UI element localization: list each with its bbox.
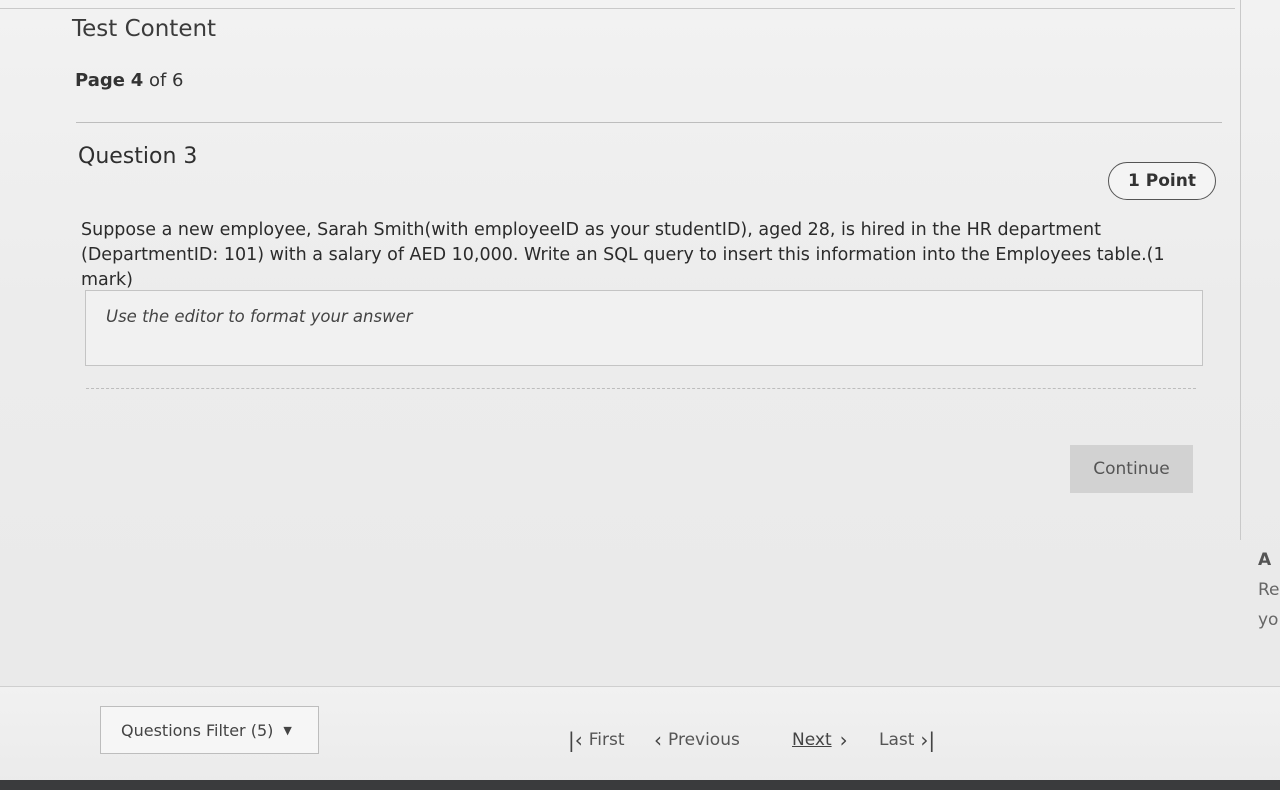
caret-down-icon: ▼ — [283, 723, 292, 737]
answer-divider — [86, 388, 1196, 389]
side-panel-line-1: A — [1258, 550, 1272, 570]
page-total: of 6 — [148, 70, 184, 91]
previous-label: Previous — [668, 730, 740, 750]
next-label: Next — [792, 730, 832, 750]
answer-editor[interactable]: Use the editor to format your answer — [85, 290, 1203, 366]
side-panel-line-2: Re — [1258, 580, 1280, 600]
skip-to-last-icon: ›| — [920, 728, 936, 752]
chevron-right-icon: › — [839, 728, 848, 752]
previous-page-button[interactable]: ‹ Previous — [654, 728, 740, 752]
first-label: First — [588, 730, 625, 750]
chevron-left-icon: ‹ — [654, 728, 662, 752]
page-prefix: Page — [75, 70, 125, 91]
header-divider — [76, 122, 1222, 123]
last-label: Last — [879, 730, 915, 750]
skip-to-first-icon: |‹ — [568, 728, 583, 752]
side-panel-partial: A Re yo — [1258, 545, 1280, 635]
next-page-button[interactable]: Next › — [792, 728, 848, 752]
answer-placeholder: Use the editor to format your answer — [106, 307, 413, 326]
right-divider — [1240, 0, 1241, 540]
side-panel-line-3: yo — [1258, 610, 1279, 630]
page-title: Test Content — [72, 16, 217, 42]
continue-button[interactable]: Continue — [1070, 445, 1193, 493]
questions-filter-button[interactable]: Questions Filter (5) ▼ — [100, 706, 319, 754]
page-current: 4 — [130, 70, 144, 91]
top-divider — [0, 8, 1235, 9]
questions-filter-label: Questions Filter (5) — [121, 720, 274, 740]
screen-bottom-edge — [0, 780, 1280, 790]
first-page-button[interactable]: |‹ First — [568, 728, 625, 752]
question-text: Suppose a new employee, Sarah Smith(with… — [81, 220, 1165, 290]
question-title: Question 3 — [78, 144, 198, 169]
page-indicator: Page 4 of 6 — [75, 70, 183, 91]
points-badge: 1 Point — [1108, 162, 1216, 200]
last-page-button[interactable]: Last ›| — [879, 728, 935, 752]
